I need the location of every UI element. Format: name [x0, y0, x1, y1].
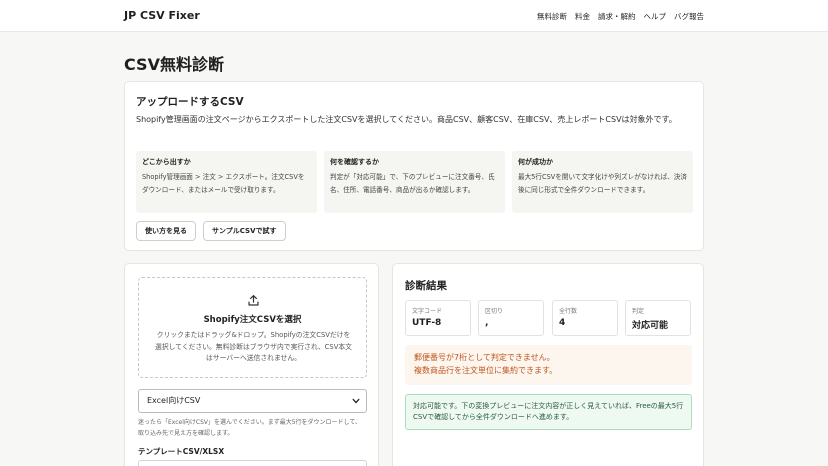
- warning-item: 複数商品行を注文単位に集約できます。: [414, 365, 558, 375]
- nav-pricing[interactable]: 料金: [575, 11, 590, 22]
- info-box-title: 何を確認するか: [330, 158, 379, 166]
- top-navigation-bar: JP CSV Fixer 無料診断 料金 請求・解約 ヘルプ バグ報告: [0, 0, 828, 32]
- sample-csv-button[interactable]: サンプルCSVで試す: [203, 221, 286, 241]
- info-box-success: 何が成功か 最大5行CSVを開いて文字化けや列ズレがなければ、決済後に同じ形式で…: [512, 151, 693, 213]
- stat-encoding: 文字コード UTF-8: [405, 300, 471, 336]
- page-title: CSV無料診断: [124, 55, 224, 74]
- stat-delimiter: 区切り ,: [478, 300, 544, 336]
- stat-value: 対応可能: [632, 321, 669, 331]
- brand-logo[interactable]: JP CSV Fixer: [124, 9, 200, 22]
- format-help-text: 迷ったら「Excel向けCSV」を選んでください。まず最大5行をダウンロードして…: [138, 419, 362, 437]
- info-box-body: 最大5行CSVを開いて文字化けや列ズレがなければ、決済後に同じ形式で全件ダウンロ…: [518, 173, 687, 194]
- csv-dropzone[interactable]: Shopify注文CSVを選択 クリックまたはドラッグ&ドロップ。Shopify…: [138, 277, 367, 378]
- chevron-down-icon: [352, 398, 360, 404]
- info-box-where: どこから出すか Shopify管理画面 > 注文 > エクスポート。注文CSVを…: [136, 151, 317, 213]
- main-nav: 無料診断 料金 請求・解約 ヘルプ バグ報告: [537, 11, 704, 22]
- info-box-title: 何が成功か: [518, 158, 553, 166]
- warning-item: 郵便番号が7桁として判定できません。: [414, 353, 555, 362]
- dropzone-description: クリックまたはドラッグ&ドロップ。Shopifyの注文CSVだけを選択してくださ…: [155, 331, 352, 362]
- dropzone-title: Shopify注文CSVを選択: [203, 315, 302, 325]
- output-format-selected: Excel向けCSV: [147, 396, 201, 405]
- diagnosis-results-card: 診断結果 文字コード UTF-8 区切り , 全行数 4 判定 対応可能 郵便番…: [392, 263, 704, 466]
- nav-billing[interactable]: 請求・解約: [598, 11, 636, 22]
- template-label: テンプレートCSV/XLSX: [138, 447, 225, 456]
- info-box-body: 判定が「対応可能」で、下のプレビューに注文番号、氏名、住所、電話番号、商品が出る…: [330, 173, 495, 194]
- stat-row-count: 全行数 4: [552, 300, 618, 336]
- warning-box: 郵便番号が7桁として判定できません。 複数商品行を注文単位に集約できます。: [405, 345, 692, 385]
- nav-bug-report[interactable]: バグ報告: [674, 11, 704, 22]
- stat-label: 文字コード: [412, 308, 443, 315]
- upload-info-card: アップロードするCSV Shopify管理画面の注文ページからエクスポートした注…: [124, 81, 704, 251]
- nav-help[interactable]: ヘルプ: [644, 11, 667, 22]
- stat-label: 判定: [632, 308, 645, 315]
- nav-free-diagnosis[interactable]: 無料診断: [537, 11, 567, 22]
- success-message: 対応可能です。下の変換プレビューに注文内容が正しく見えていれば、Freeの最大5…: [405, 394, 692, 430]
- info-box-title: どこから出すか: [142, 158, 191, 166]
- output-format-select[interactable]: Excel向けCSV: [138, 389, 367, 413]
- howto-button[interactable]: 使い方を見る: [136, 221, 196, 241]
- info-box-body: Shopify管理画面 > 注文 > エクスポート。注文CSVをダウンロード、ま…: [142, 173, 305, 194]
- upload-card-description: Shopify管理画面の注文ページからエクスポートした注文CSVを選択してくださ…: [136, 115, 677, 124]
- stat-verdict: 判定 対応可能: [625, 300, 691, 336]
- results-title: 診断結果: [405, 280, 447, 292]
- template-file-input[interactable]: [138, 460, 367, 466]
- stat-value: ,: [485, 318, 489, 328]
- stat-label: 全行数: [559, 308, 578, 315]
- stat-label: 区切り: [485, 308, 504, 315]
- upload-icon: [248, 295, 259, 306]
- stat-value: 4: [559, 318, 566, 328]
- stat-value: UTF-8: [412, 318, 442, 328]
- upload-form-card: Shopify注文CSVを選択 クリックまたはドラッグ&ドロップ。Shopify…: [124, 263, 379, 466]
- upload-card-title: アップロードするCSV: [136, 96, 244, 108]
- info-box-what-to-check: 何を確認するか 判定が「対応可能」で、下のプレビューに注文番号、氏名、住所、電話…: [324, 151, 505, 213]
